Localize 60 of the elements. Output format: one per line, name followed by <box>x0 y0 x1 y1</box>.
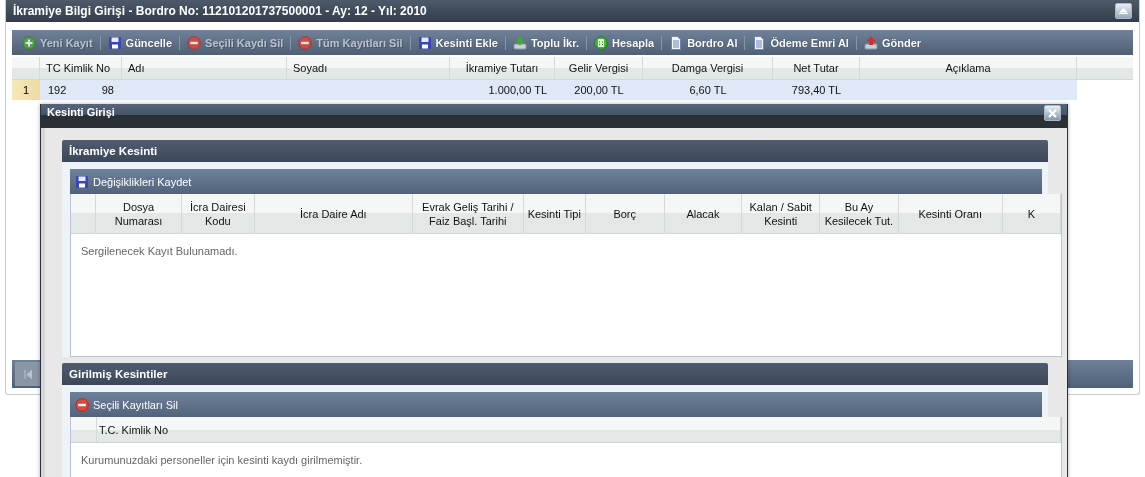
column-header[interactable]: Kesinti Tipi <box>523 194 586 233</box>
toolbar-button[interactable]: Kesinti Ekle <box>413 31 502 54</box>
column-header[interactable]: Bu Ay Kesilecek Tut. <box>820 194 899 233</box>
collapse-button[interactable] <box>1115 3 1132 19</box>
column-header[interactable]: İcra Dairesi Kodu <box>181 194 255 233</box>
download-icon <box>512 35 527 50</box>
document-icon <box>669 35 684 50</box>
table-cell: 200,00 TL <box>574 84 624 96</box>
document-icon <box>752 35 767 50</box>
table-cell: 6,60 TL <box>689 84 727 96</box>
column-header[interactable]: İcra Daire Adı <box>254 194 413 233</box>
column-header[interactable]: Borç <box>585 194 665 233</box>
delete-icon <box>75 397 89 412</box>
column-header[interactable]: TC Kimlik No <box>40 57 122 79</box>
collapse-icon <box>1119 8 1128 14</box>
calculator-icon <box>593 35 608 50</box>
empty-message: Sergilenecek Kayıt Bulunamadı. <box>80 244 239 259</box>
save-icon <box>417 35 432 50</box>
column-header[interactable]: İkramiye Tutarı <box>450 57 555 79</box>
panel-header: Girilmiş Kesintiler <box>62 363 1048 385</box>
plus-icon <box>22 35 36 50</box>
table-row[interactable]: 1 192 98 1.000,00 TL 200,00 TL 6,60 TL 793,40 TL <box>12 80 1077 100</box>
column-header[interactable]: Adı <box>122 57 287 79</box>
row-number: 1 <box>12 80 40 100</box>
toolbar-button[interactable]: Hesapla <box>589 31 659 54</box>
save-icon <box>107 35 122 50</box>
column-header[interactable]: Kalan / Sabit Kesinti <box>742 194 821 233</box>
column-header[interactable]: Alacak <box>664 194 743 233</box>
dialog-title: Kesinti Girişi <box>47 106 116 118</box>
toolbar-button[interactable]: Ödeme Emri Al <box>748 31 853 54</box>
toolbar-button[interactable]: Toplu İkr. <box>508 31 583 54</box>
delete-icon <box>187 35 202 50</box>
table-cell: 98 <box>101 84 114 96</box>
toolbar-button[interactable]: Gönder <box>859 31 926 54</box>
delete-icon <box>298 35 313 50</box>
toolbar-button[interactable]: Güncelle <box>103 31 177 54</box>
toolbar-button[interactable]: Seçili Kayıtları Sil <box>70 393 183 416</box>
toolbar-button[interactable]: Bordro Al <box>665 31 742 54</box>
first-page-icon <box>24 369 32 379</box>
column-header[interactable]: Kesinti Oranı <box>898 194 1003 233</box>
column-header[interactable]: Evrak Geliş Tarihi / Faiz Başl. Tarihi <box>412 194 524 233</box>
table-cell: 793,40 TL <box>791 84 842 96</box>
empty-message: Kurumunuzdaki personeller için kesinti kaydı girilmemiştir. <box>80 453 364 468</box>
close-button[interactable] <box>1044 105 1061 121</box>
column-header[interactable]: Açıklama <box>860 57 1077 79</box>
column-header[interactable]: Soyadı <box>287 57 450 79</box>
window-title: İkramiye Bilgi Girişi - Bordro No: 112101201737500001 - Ay: 12 - Yıl: 2010 <box>13 4 428 18</box>
close-icon <box>1048 108 1057 118</box>
table-cell: 1.000,00 TL <box>488 84 547 96</box>
column-header[interactable]: K <box>1002 194 1061 233</box>
column-header[interactable]: Gelir Vergisi <box>555 57 643 79</box>
upload-icon <box>863 35 878 50</box>
toolbar-button[interactable]: Değişiklikleri Kaydet <box>70 170 197 193</box>
first-page-button[interactable] <box>15 362 41 386</box>
save-icon <box>75 174 89 189</box>
column-header[interactable]: Damga Vergisi <box>643 57 773 79</box>
panel-header: İkramiye Kesinti <box>62 140 1048 162</box>
column-header[interactable]: Net Tutar <box>773 57 860 79</box>
column-header[interactable]: Dosya Numarası <box>96 194 182 233</box>
table-cell: 192 <box>48 84 67 96</box>
